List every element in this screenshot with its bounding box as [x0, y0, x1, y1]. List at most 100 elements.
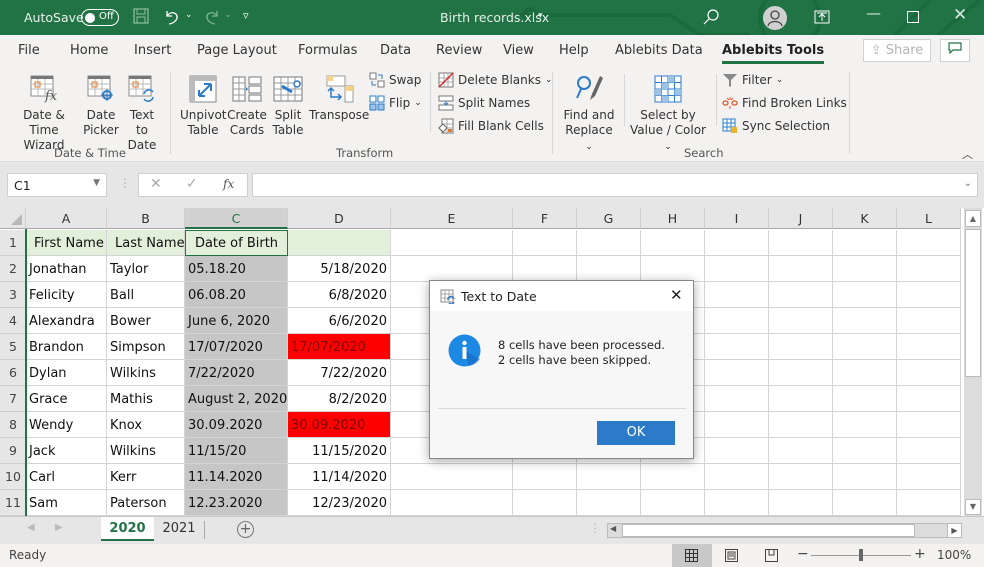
share-button[interactable]: ⇪ Share — [863, 39, 931, 62]
minimize-icon[interactable]: — — [866, 4, 881, 22]
empty-cell[interactable] — [833, 230, 897, 256]
empty-cell[interactable] — [769, 412, 833, 438]
tab-file[interactable]: File — [18, 43, 40, 58]
empty-cell[interactable] — [705, 308, 769, 334]
cell-c4[interactable]: June 6, 2020 — [185, 308, 288, 334]
row-header[interactable]: 6 — [0, 360, 26, 386]
undo-dropdown-icon[interactable]: ⌄ — [185, 10, 193, 20]
zoom-out-button[interactable]: − — [797, 546, 809, 562]
tab-view[interactable]: View — [503, 43, 534, 58]
unpivot-table-button[interactable]: Unpivot Table — [180, 74, 227, 138]
scroll-right-icon[interactable]: ▶ — [947, 523, 962, 538]
tab-ablebits-tools[interactable]: Ablebits Tools — [722, 43, 825, 64]
empty-cell[interactable] — [391, 230, 513, 256]
empty-cell[interactable] — [897, 360, 961, 386]
expand-formula-icon[interactable]: ⌄ — [964, 178, 972, 189]
cell-b7[interactable]: Mathis — [107, 386, 185, 412]
cell-c7[interactable]: August 2, 2020 — [185, 386, 288, 412]
row-header[interactable]: 4 — [0, 308, 26, 334]
cell-b4[interactable]: Bower — [107, 308, 185, 334]
cancel-icon[interactable]: ✕ — [150, 176, 162, 192]
empty-cell[interactable] — [577, 464, 641, 490]
tab-review[interactable]: Review — [436, 43, 482, 58]
horizontal-scroll-thumb[interactable] — [622, 524, 915, 537]
collapse-ribbon-icon[interactable]: ︿ — [962, 146, 973, 162]
empty-cell[interactable] — [897, 282, 961, 308]
cell-b8[interactable]: Knox — [107, 412, 185, 438]
tab-home[interactable]: Home — [70, 43, 108, 58]
tab-insert[interactable]: Insert — [134, 43, 171, 58]
cell-d4[interactable]: 6/6/2020 — [288, 308, 391, 334]
empty-cell[interactable] — [391, 256, 513, 282]
cell-a2[interactable]: Jonathan — [26, 256, 107, 282]
fill-blank-cells-button[interactable]: Fill Blank Cells — [438, 117, 544, 135]
cell-d10[interactable]: 11/14/2020 — [288, 464, 391, 490]
empty-cell[interactable] — [833, 438, 897, 464]
zoom-level[interactable]: 100% — [937, 548, 971, 562]
save-icon[interactable] — [133, 8, 149, 28]
empty-cell[interactable] — [705, 334, 769, 360]
formula-input[interactable]: ⌄ — [252, 173, 978, 197]
cell-a10[interactable]: Carl — [26, 464, 107, 490]
cell-c10[interactable]: 11.14.2020 — [185, 464, 288, 490]
empty-cell[interactable] — [705, 386, 769, 412]
cell-a9[interactable]: Jack — [26, 438, 107, 464]
row-header[interactable]: 5 — [0, 334, 26, 360]
empty-cell[interactable] — [833, 282, 897, 308]
cell-a11[interactable]: Sam — [26, 490, 107, 516]
close-icon[interactable]: ✕ — [953, 5, 967, 25]
next-sheet-icon[interactable]: ▶ — [55, 522, 63, 533]
empty-cell[interactable] — [513, 230, 577, 256]
chevron-down-icon[interactable]: ▼ — [93, 178, 100, 188]
row-header[interactable]: 1 — [0, 230, 26, 256]
tab-ablebits-data[interactable]: Ablebits Data — [615, 43, 703, 58]
row-header[interactable]: 11 — [0, 490, 26, 516]
empty-cell[interactable] — [513, 256, 577, 282]
select-all-corner[interactable] — [0, 208, 26, 229]
empty-cell[interactable] — [577, 490, 641, 516]
empty-cell[interactable] — [833, 256, 897, 282]
cell-a5[interactable]: Brandon — [26, 334, 107, 360]
split-handle-icon[interactable]: ⋮ — [589, 521, 601, 535]
empty-cell[interactable] — [641, 464, 705, 490]
vertical-scrollbar[interactable]: ▲ ▼ — [964, 208, 982, 516]
tab-page-layout[interactable]: Page Layout — [197, 43, 277, 58]
empty-cell[interactable] — [833, 360, 897, 386]
empty-cell[interactable] — [833, 308, 897, 334]
document-title[interactable]: Birth records.xlsx — [440, 10, 549, 25]
column-header-g[interactable]: G — [577, 208, 641, 229]
split-names-button[interactable]: Split Names — [438, 94, 530, 112]
cell-c2[interactable]: 05.18.20 — [185, 256, 288, 282]
empty-cell[interactable] — [897, 464, 961, 490]
empty-cell[interactable] — [769, 464, 833, 490]
cell-a4[interactable]: Alexandra — [26, 308, 107, 334]
page-break-view-icon[interactable] — [765, 549, 778, 562]
name-box[interactable]: C1 ▼ — [7, 173, 107, 197]
cell-b6[interactable]: Wilkins — [107, 360, 185, 386]
empty-cell[interactable] — [897, 334, 961, 360]
scroll-left-icon[interactable]: ◀ — [610, 524, 616, 533]
empty-cell[interactable] — [769, 282, 833, 308]
empty-cell[interactable] — [641, 230, 705, 256]
empty-cell[interactable] — [705, 490, 769, 516]
cell-b3[interactable]: Ball — [107, 282, 185, 308]
empty-cell[interactable] — [769, 490, 833, 516]
filter-button[interactable]: Filter ⌄ — [722, 71, 783, 89]
customize-toolbar-icon[interactable]: ▿ — [243, 9, 249, 22]
zoom-slider-thumb[interactable] — [859, 549, 863, 561]
empty-cell[interactable] — [513, 464, 577, 490]
create-cards-button[interactable]: Create Cards — [227, 74, 267, 138]
tab-formulas[interactable]: Formulas — [298, 43, 357, 58]
cell-d5[interactable]: 17/07/2020 — [288, 334, 391, 360]
cell-c6[interactable]: 7/22/2020 — [185, 360, 288, 386]
empty-cell[interactable] — [705, 230, 769, 256]
row-header[interactable]: 3 — [0, 282, 26, 308]
tab-data[interactable]: Data — [380, 43, 411, 58]
cell-c9[interactable]: 11/15/20 — [185, 438, 288, 464]
empty-cell[interactable] — [769, 230, 833, 256]
swap-button[interactable]: Swap — [369, 71, 421, 89]
cell-a8[interactable]: Wendy — [26, 412, 107, 438]
zoom-in-button[interactable]: + — [914, 546, 926, 562]
column-header-e[interactable]: E — [391, 208, 513, 229]
autosave-toggle[interactable]: Off — [81, 9, 119, 26]
